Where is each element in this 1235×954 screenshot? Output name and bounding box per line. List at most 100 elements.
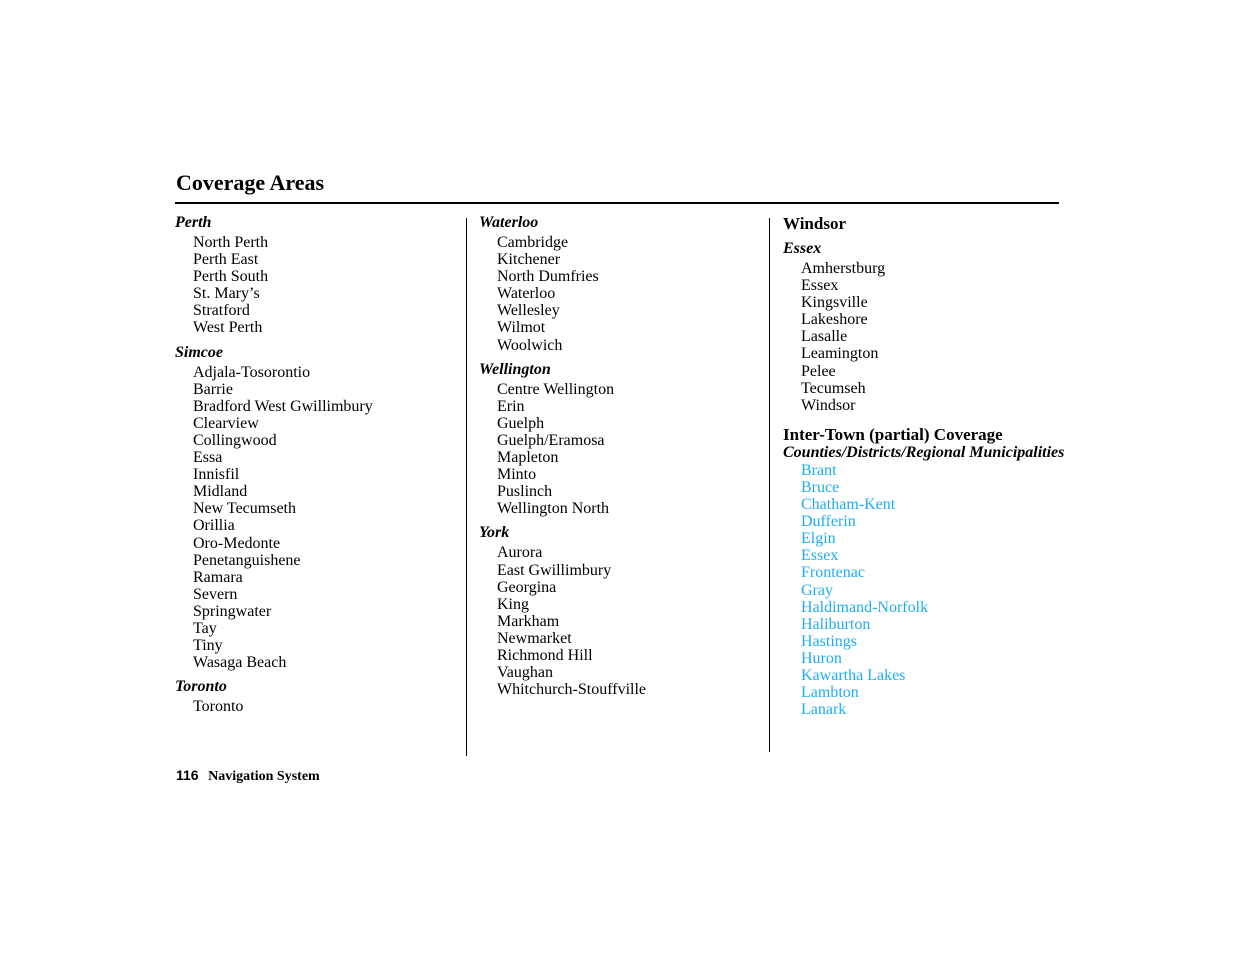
intertown-link[interactable]: Lanark	[801, 701, 846, 718]
column-3-groups: Essex Amherstburg Essex Kingsville Lakeshore…	[783, 240, 1073, 414]
intertown-link[interactable]: Elgin	[801, 530, 836, 547]
municipality-item: Guelph/Eramosa	[497, 431, 605, 449]
municipality-list: North Perth Perth East Perth South St. Mary…	[175, 234, 460, 337]
column-1-groups: Perth North Perth Perth East Perth South St.…	[175, 214, 460, 715]
municipality-list: Toronto	[175, 698, 460, 715]
city-heading: Windsor	[783, 214, 846, 233]
intertown-link[interactable]: Huron	[801, 650, 842, 667]
municipality-item: Perth South	[193, 268, 269, 286]
region-heading: Perth	[175, 214, 212, 231]
region-heading: Simcoe	[175, 343, 223, 361]
municipality-list: Adjala-Tosorontio Barrie Bradford West Gwi…	[175, 364, 460, 672]
municipality-item: Midland	[193, 483, 248, 501]
intertown-link[interactable]: Chatham-Kent	[801, 496, 895, 513]
intertown-link[interactable]: Essex	[801, 547, 838, 564]
municipality-item: New Tecumseth	[193, 500, 296, 518]
intertown-item: Essex	[801, 547, 1073, 564]
intertown-item: Gray	[801, 582, 1073, 599]
intertown-link[interactable]: Kawartha Lakes	[801, 667, 905, 684]
municipality-item: Orillia	[193, 517, 235, 535]
municipality-item: North Perth	[193, 234, 269, 251]
municipality-item: Stratford	[193, 302, 250, 320]
column-1: Perth North Perth Perth East Perth South St.…	[175, 214, 460, 722]
municipality-item: North Dumfries	[497, 268, 599, 286]
intertown-item: Frontenac	[801, 564, 1073, 581]
municipality-item: Adjala-Tosorontio	[193, 363, 311, 381]
municipality-item: Erin	[497, 397, 525, 415]
municipality-item: Tay	[193, 619, 217, 637]
municipality-item: Lasalle	[801, 328, 848, 346]
region-group: York Aurora East Gwillimbury Georgina King Ma…	[479, 524, 779, 698]
municipality-item: Puslinch	[497, 483, 553, 501]
municipality-item: Aurora	[497, 544, 543, 562]
municipality-item: Leamington	[801, 345, 879, 363]
municipality-item: Toronto	[193, 698, 244, 716]
intertown-link-list: Brant Bruce Chatham-Kent Dufferin Elgin Essex…	[783, 462, 1073, 718]
municipality-item: Bradford West Gwillimbury	[193, 397, 373, 415]
municipality-item: Whitchurch-Stouffville	[497, 681, 646, 699]
column-2: Waterloo Cambridge Kitchener North Dumfries…	[466, 214, 779, 756]
column-2-groups: Waterloo Cambridge Kitchener North Dumfries…	[479, 214, 779, 698]
intertown-link[interactable]: Haldimand-Norfolk	[801, 599, 928, 616]
municipality-item: Perth East	[193, 251, 259, 269]
intertown-item: Haldimand-Norfolk	[801, 599, 1073, 616]
intertown-item: Brant	[801, 462, 1073, 479]
municipality-item: Barrie	[193, 380, 233, 398]
municipality-item: Clearview	[193, 414, 259, 432]
municipality-item: Kingsville	[801, 294, 868, 312]
municipality-item: West Perth	[193, 319, 263, 337]
municipality-item: Wellesley	[497, 302, 560, 320]
intertown-link[interactable]: Dufferin	[801, 513, 856, 530]
intertown-item: Dufferin	[801, 513, 1073, 530]
region-group: Essex Amherstburg Essex Kingsville Lakeshore…	[783, 240, 1073, 414]
municipality-item: Markham	[497, 612, 560, 630]
intertown-link[interactable]: Frontenac	[801, 564, 865, 581]
intertown-link[interactable]: Brant	[801, 462, 837, 479]
municipality-list: Aurora East Gwillimbury Georgina King Markha…	[479, 544, 779, 698]
region-heading: Waterloo	[479, 214, 539, 231]
intertown-link[interactable]: Lambton	[801, 684, 859, 701]
region-heading: Toronto	[175, 678, 227, 696]
municipality-item: Windsor	[801, 396, 856, 414]
intertown-item: Haliburton	[801, 616, 1073, 633]
municipality-item: Woolwich	[497, 336, 563, 354]
intertown-item: Bruce	[801, 479, 1073, 496]
municipality-item: Wasaga Beach	[193, 654, 287, 672]
region-group: Waterloo Cambridge Kitchener North Dumfries…	[479, 214, 779, 354]
municipality-item: Springwater	[193, 602, 272, 620]
municipality-item: Oro-Medonte	[193, 534, 281, 552]
intertown-subheading: Counties/Districts/Regional Municipaliti…	[783, 443, 1065, 461]
region-group: Simcoe Adjala-Tosorontio Barrie Bradford We…	[175, 344, 460, 672]
municipality-item: St. Mary’s	[193, 285, 260, 303]
intertown-item: Kawartha Lakes	[801, 667, 1073, 684]
municipality-list: Cambridge Kitchener North Dumfries Waterloo…	[479, 234, 779, 354]
municipality-item: Tiny	[193, 637, 223, 655]
intertown-item: Lanark	[801, 701, 1073, 718]
intertown-item: Chatham-Kent	[801, 496, 1073, 513]
region-group: Perth North Perth Perth East Perth South St.…	[175, 214, 460, 337]
page-footer: 116 Navigation System	[176, 767, 320, 785]
municipality-item: Guelph	[497, 414, 545, 432]
municipality-item: King	[497, 595, 529, 613]
intertown-link[interactable]: Bruce	[801, 479, 839, 496]
intertown-link[interactable]: Haliburton	[801, 616, 870, 633]
footer-title: Navigation System	[208, 769, 320, 784]
intertown-item: Hastings	[801, 633, 1073, 650]
municipality-item: Severn	[193, 585, 238, 603]
region-group: Wellington Centre Wellington Erin Guelph Gue…	[479, 361, 779, 518]
intertown-link[interactable]: Hastings	[801, 633, 857, 650]
municipality-item: Richmond Hill	[497, 646, 593, 664]
municipality-item: Mapleton	[497, 449, 559, 467]
intertown-link[interactable]: Gray	[801, 582, 833, 599]
municipality-list: Amherstburg Essex Kingsville Lakeshore Lasal…	[783, 260, 1073, 414]
municipality-item: Penetanguishene	[193, 551, 301, 569]
municipality-item: Tecumseh	[801, 379, 866, 397]
municipality-item: Innisfil	[193, 466, 240, 484]
municipality-item: Vaughan	[497, 664, 553, 682]
municipality-item: Lakeshore	[801, 311, 868, 329]
municipality-item: Centre Wellington	[497, 380, 615, 398]
page-number: 116	[176, 767, 199, 783]
title-divider	[175, 202, 1059, 204]
municipality-item: Pelee	[801, 362, 836, 380]
municipality-item: Waterloo	[497, 285, 556, 303]
